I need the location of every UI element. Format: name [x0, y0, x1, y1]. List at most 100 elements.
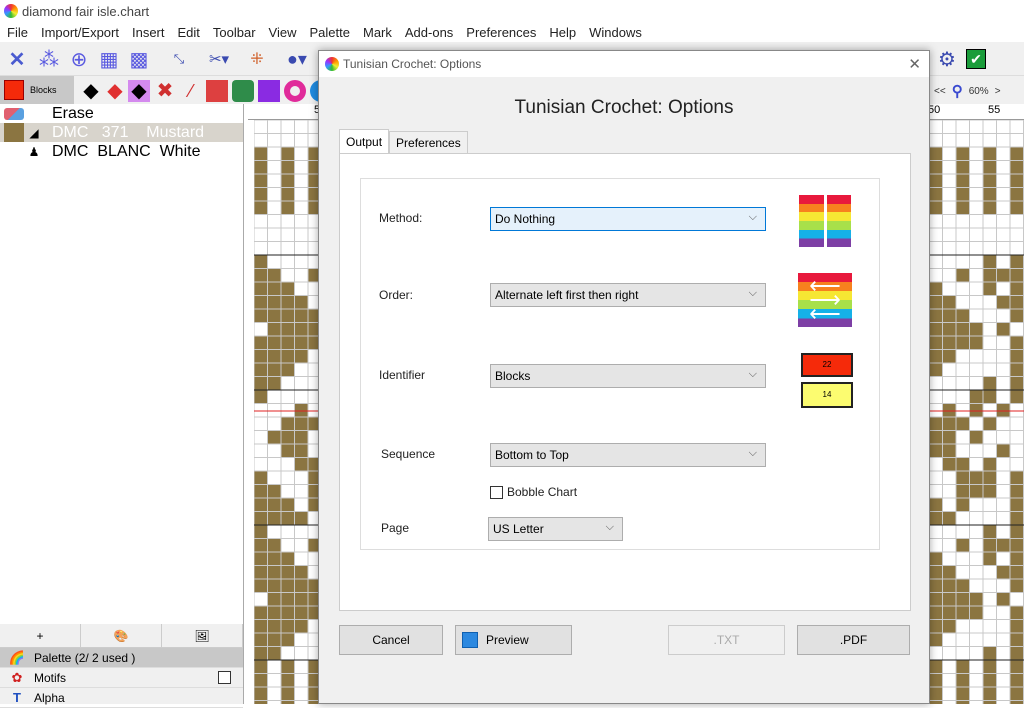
grid-cell[interactable] — [983, 512, 997, 526]
grid-cell[interactable] — [1010, 282, 1024, 296]
grid-cell[interactable] — [268, 242, 282, 256]
palette-editor-button[interactable]: 🎨 — [81, 624, 162, 647]
grid-cell[interactable] — [983, 660, 997, 674]
add-color-button[interactable]: + — [0, 624, 81, 647]
grid-cell[interactable] — [295, 323, 309, 337]
grid-cell[interactable] — [1010, 363, 1024, 377]
check-icon[interactable]: ✔ — [966, 49, 986, 69]
grid-cell[interactable] — [268, 120, 282, 134]
grid-cell[interactable] — [295, 120, 309, 134]
sidebar-item-motifs[interactable]: ✿ Motifs — [0, 668, 243, 688]
grid-cell[interactable] — [943, 444, 957, 458]
grid-cell[interactable] — [295, 336, 309, 350]
preview-button[interactable]: Preview — [455, 625, 572, 655]
grid-cell[interactable] — [254, 647, 268, 661]
grid-cell[interactable] — [997, 161, 1011, 175]
grid-cell[interactable] — [254, 296, 268, 310]
grid-cell[interactable] — [956, 498, 970, 512]
grid-cell[interactable] — [268, 687, 282, 701]
grid-cell[interactable] — [970, 701, 984, 705]
grid-cell[interactable] — [254, 282, 268, 296]
grid-cell[interactable] — [943, 620, 957, 634]
grid-cell[interactable] — [983, 633, 997, 647]
grid-cell[interactable] — [983, 336, 997, 350]
grid-cell[interactable] — [295, 161, 309, 175]
menu-file[interactable]: File — [0, 25, 34, 40]
grid-cell[interactable] — [295, 471, 309, 485]
circle-grid-icon[interactable]: ⊕ — [66, 46, 92, 72]
grid-cell[interactable] — [997, 134, 1011, 148]
grid-cell[interactable] — [970, 647, 984, 661]
grid-cell[interactable] — [983, 147, 997, 161]
grid-cell[interactable] — [254, 539, 268, 553]
grid-cell[interactable] — [281, 201, 295, 215]
grid-cell[interactable] — [970, 134, 984, 148]
grid-cell[interactable] — [943, 309, 957, 323]
sidebar-item-alpha[interactable]: T Alpha — [0, 688, 243, 708]
symbol-diamond-red[interactable]: ◆ — [104, 80, 126, 102]
grid-cell[interactable] — [254, 444, 268, 458]
grid-cell[interactable] — [268, 282, 282, 296]
grid-cell[interactable] — [268, 579, 282, 593]
grid-cell[interactable] — [997, 633, 1011, 647]
grid-cell[interactable] — [295, 485, 309, 499]
menu-view[interactable]: View — [262, 25, 303, 40]
grid-cell[interactable] — [983, 188, 997, 202]
grid-cell[interactable] — [281, 323, 295, 337]
grid-cell[interactable] — [254, 417, 268, 431]
lifebuoy-icon[interactable]: ⚙ — [934, 46, 960, 72]
grid-cell[interactable] — [983, 269, 997, 283]
grid-cell[interactable] — [254, 255, 268, 269]
grid-cell[interactable] — [943, 363, 957, 377]
grid-cell[interactable] — [970, 282, 984, 296]
grid-cell[interactable] — [295, 431, 309, 445]
grid-cell[interactable] — [956, 188, 970, 202]
grid-cell[interactable] — [997, 498, 1011, 512]
grid-cell[interactable] — [983, 701, 997, 705]
grid-cell[interactable] — [1010, 660, 1024, 674]
grid-cell[interactable] — [943, 471, 957, 485]
grid-cell[interactable] — [943, 552, 957, 566]
grid-cell[interactable] — [970, 377, 984, 391]
grid-cell[interactable] — [929, 701, 943, 705]
grid-cell[interactable] — [997, 566, 1011, 580]
grid-cell[interactable] — [1010, 593, 1024, 607]
grid-cell[interactable] — [929, 606, 943, 620]
grid-cell[interactable] — [1010, 350, 1024, 364]
grid-cell[interactable] — [254, 215, 268, 229]
grid-cell[interactable] — [268, 269, 282, 283]
grid-cell[interactable] — [929, 444, 943, 458]
grid-cell[interactable] — [1010, 471, 1024, 485]
grid-cell[interactable] — [970, 363, 984, 377]
symbol-ring-pink[interactable] — [284, 80, 306, 102]
grid-cell[interactable] — [1010, 255, 1024, 269]
grid-cell[interactable] — [956, 309, 970, 323]
grid-cell[interactable] — [929, 674, 943, 688]
grid-cell[interactable] — [997, 120, 1011, 134]
grid-cell[interactable] — [997, 242, 1011, 256]
grid-cell[interactable] — [956, 269, 970, 283]
grid-cell[interactable] — [295, 660, 309, 674]
grid-cell[interactable] — [943, 390, 957, 404]
grid-cell[interactable] — [997, 525, 1011, 539]
color-row-erase[interactable]: Erase — [0, 104, 243, 123]
close-icon[interactable]: ✕ — [908, 55, 921, 73]
menu-preferences[interactable]: Preferences — [459, 25, 542, 40]
grid-cell[interactable] — [943, 606, 957, 620]
grid-cell[interactable] — [956, 120, 970, 134]
grid-cell[interactable] — [983, 674, 997, 688]
grid-cell[interactable] — [970, 674, 984, 688]
grid-cell[interactable] — [268, 161, 282, 175]
grid-cell[interactable] — [970, 255, 984, 269]
grid-cell[interactable] — [970, 525, 984, 539]
grid-cell[interactable] — [956, 485, 970, 499]
grid-cell[interactable] — [997, 471, 1011, 485]
grid-cell[interactable] — [983, 606, 997, 620]
grid-cell[interactable] — [254, 147, 268, 161]
grid-cell[interactable] — [943, 404, 957, 418]
grid-cell[interactable] — [268, 390, 282, 404]
symbol-diamond-black[interactable]: ◆ — [80, 80, 102, 102]
grid-cell[interactable] — [983, 282, 997, 296]
menu-help[interactable]: Help — [542, 25, 582, 40]
cancel-button[interactable]: Cancel — [339, 625, 443, 655]
